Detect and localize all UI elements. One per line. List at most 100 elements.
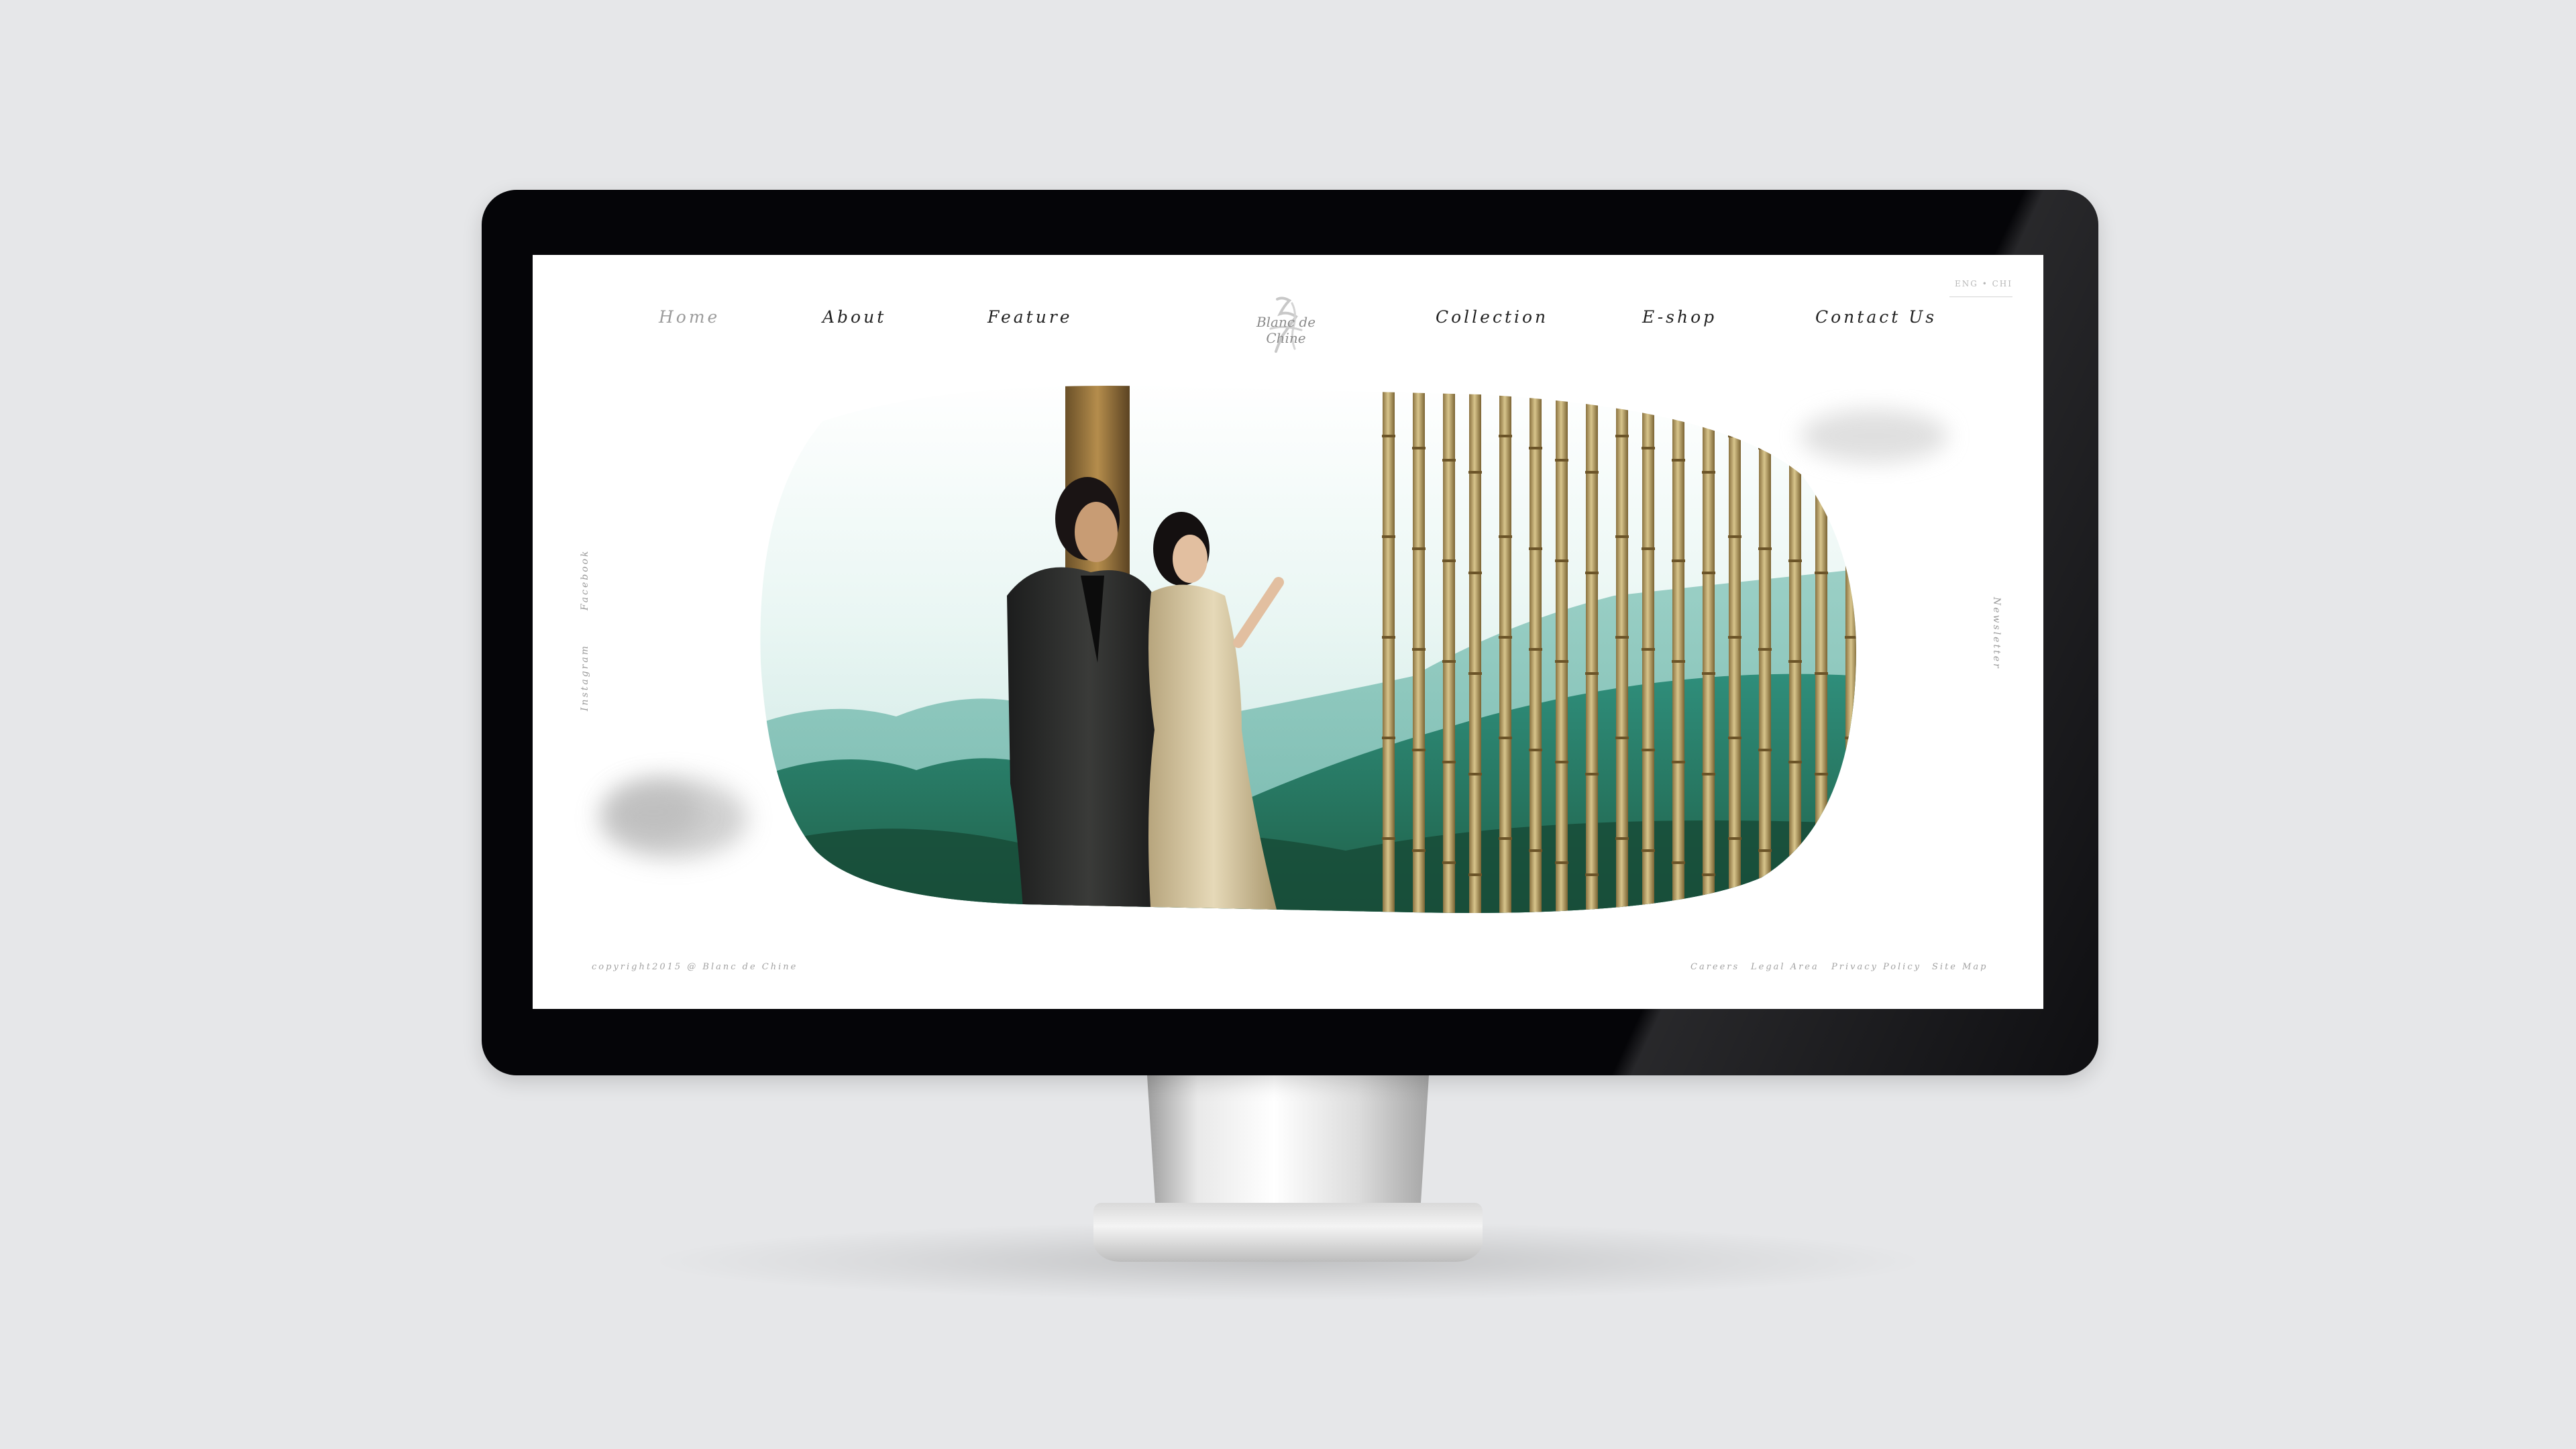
bamboo-node [1412,749,1426,751]
footer-privacy[interactable]: Privacy Policy [1831,962,1921,972]
website-screen: ENG • CHI Home About Feature Blanc de Ch… [533,255,2043,1009]
nav-contact[interactable]: Contact Us [1815,307,1937,327]
nav-eshop[interactable]: E-shop [1642,307,1717,327]
bamboo-node [1615,837,1629,840]
bamboo-node [1382,535,1395,538]
bamboo-node [1529,547,1542,550]
bamboo-node [1442,861,1456,864]
bamboo-node [1585,672,1599,675]
bamboo-node [1672,660,1685,663]
bamboo-node [1788,660,1802,663]
nav-home[interactable]: Home [659,307,720,327]
monitor-stand-neck [1147,1075,1429,1210]
bamboo-node [1702,471,1715,474]
footer-legal[interactable]: Legal Area [1751,962,1819,972]
bamboo-node [1555,559,1568,562]
instagram-link[interactable]: Instagram [580,644,590,711]
bamboo-node [1585,471,1599,474]
bamboo-node [1728,435,1741,437]
bamboo-node [1815,773,1828,775]
bamboo-node [1845,535,1857,538]
monitor-stand-base [1093,1203,1483,1262]
facebook-link[interactable]: Facebook [580,549,590,610]
bamboo-stalk [1789,386,1801,913]
bamboo-node [1615,535,1629,538]
bamboo-node [1615,636,1629,639]
bamboo-node [1845,636,1857,639]
bamboo-node [1468,873,1482,876]
bamboo-node [1615,435,1629,437]
bamboo-node [1702,572,1715,574]
bamboo-node [1468,572,1482,574]
bamboo-node [1815,572,1828,574]
bamboo-node [1642,447,1655,449]
bamboo-node [1815,672,1828,675]
bamboo-node [1555,660,1568,663]
bamboo-node [1642,749,1655,751]
bamboo-node [1442,559,1456,562]
language-switch[interactable]: ENG • CHI [1955,279,2012,288]
bamboo-node [1382,737,1395,739]
bamboo-node [1672,761,1685,763]
bamboo-stalk [1586,386,1598,913]
bamboo-node [1529,849,1542,852]
nav-feature[interactable]: Feature [987,307,1073,327]
bamboo-node [1788,459,1802,462]
bamboo-node [1555,861,1568,864]
bamboo-node [1412,547,1426,550]
bamboo-stalk [1703,386,1715,913]
bamboo-stalk [1845,386,1857,913]
bamboo-node [1442,660,1456,663]
bamboo-node [1788,761,1802,763]
bamboo-node [1672,459,1685,462]
bamboo-node [1382,435,1395,437]
bamboo-node [1585,873,1599,876]
bamboo-node [1585,773,1599,775]
bamboo-stalk [1469,386,1481,913]
footer-careers[interactable]: Careers [1690,962,1739,972]
bamboo-node [1758,547,1772,550]
bamboo-node [1642,648,1655,651]
bamboo-node [1529,749,1542,751]
logo-text: Blanc de Chine [1256,314,1316,346]
copyright-text: copyright2015 @ Blanc de Chine [592,962,798,972]
bamboo-node [1529,447,1542,449]
bamboo-node [1672,559,1685,562]
bamboo-node [1815,873,1828,876]
bamboo-node [1412,849,1426,852]
bamboo-node [1758,849,1772,852]
bamboo-node [1529,648,1542,651]
bamboo-node [1728,535,1741,538]
bamboo-node [1499,435,1512,437]
bamboo-node [1702,873,1715,876]
footer-sitemap[interactable]: Site Map [1932,962,1988,972]
nav-about[interactable]: About [822,307,886,327]
bamboo-node [1499,535,1512,538]
newsletter-link[interactable]: Newsletter [1991,597,2002,670]
bamboo-node [1815,471,1828,474]
bamboo-node [1468,471,1482,474]
bamboo-node [1728,737,1741,739]
bamboo-node [1585,572,1599,574]
bamboo-node [1788,559,1802,562]
bamboo-node [1845,737,1857,739]
bamboo-node [1468,672,1482,675]
bamboo-node [1382,837,1395,840]
nav-collection[interactable]: Collection [1436,307,1548,327]
bamboo-node [1468,773,1482,775]
bamboo-node [1642,547,1655,550]
bamboo-node [1412,447,1426,449]
hero-image [760,386,1857,913]
bamboo-node [1788,861,1802,864]
bamboo-node [1702,672,1715,675]
bamboo-node [1845,837,1857,840]
bamboo-node [1442,459,1456,462]
bamboo-node [1442,761,1456,763]
site-logo[interactable]: Blanc de Chine [1236,294,1336,354]
bamboo-node [1758,749,1772,751]
bamboo-node [1499,737,1512,739]
bamboo-node [1758,447,1772,449]
bamboo-stalk [1815,386,1827,913]
bamboo-node [1499,837,1512,840]
bamboo-node [1382,636,1395,639]
